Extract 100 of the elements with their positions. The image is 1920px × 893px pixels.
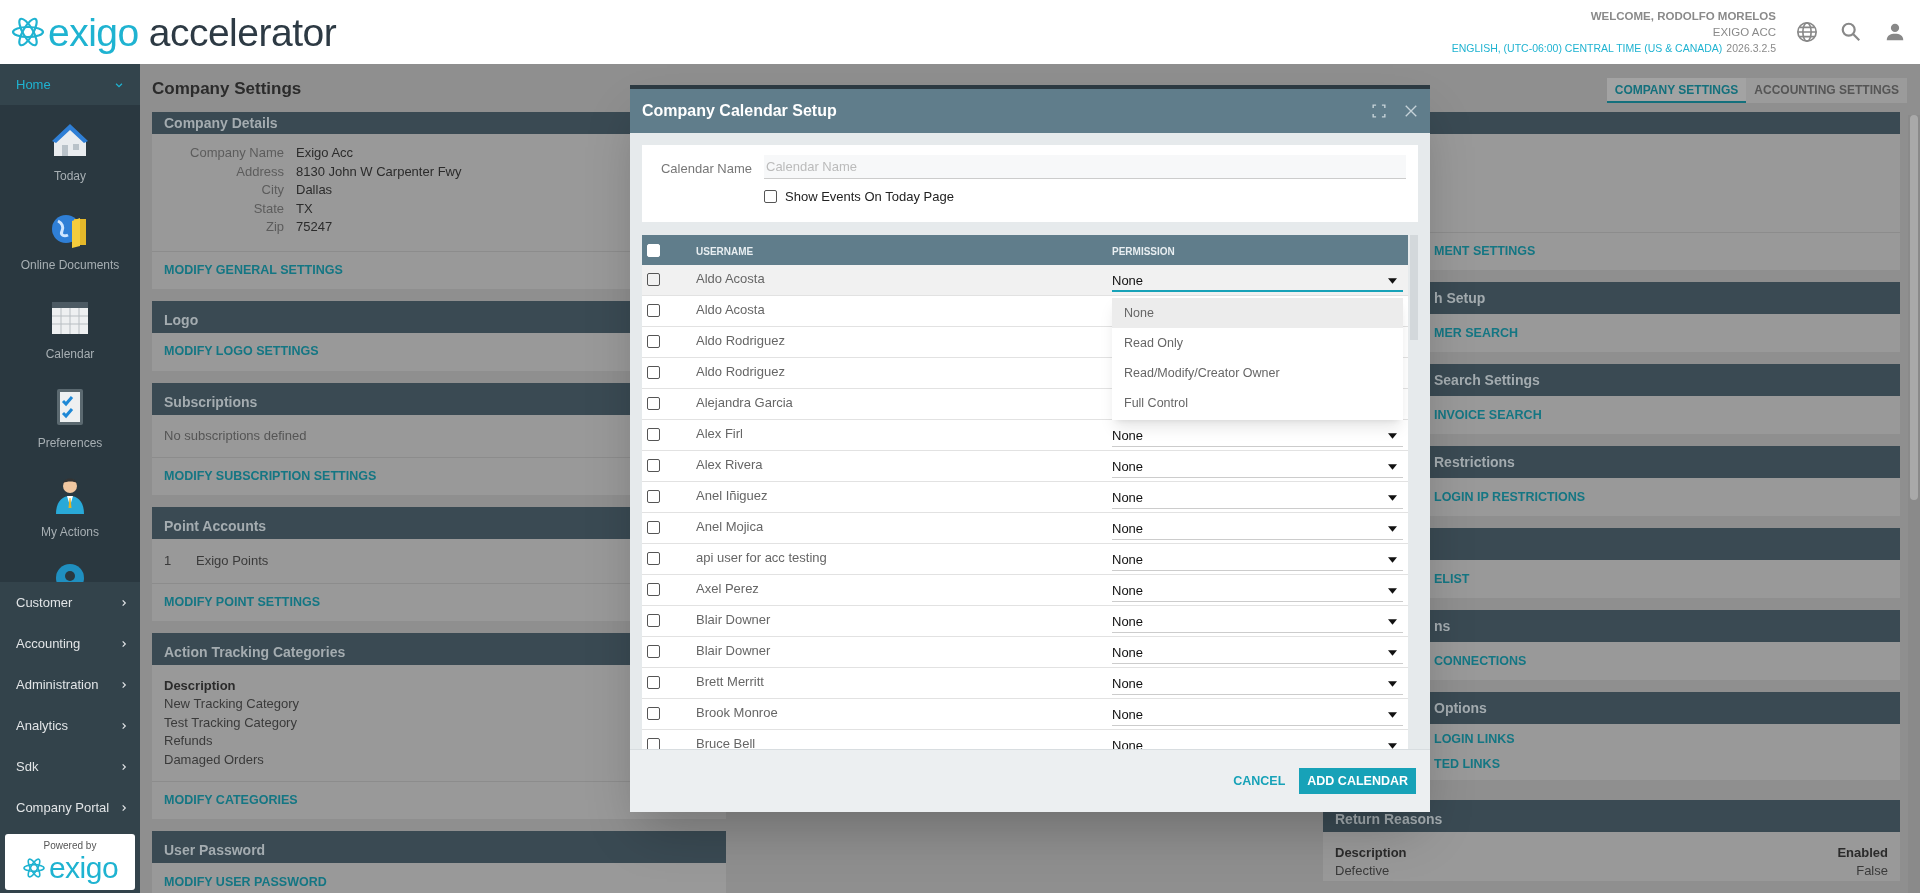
table-cell-text: Defective bbox=[1335, 862, 1390, 880]
checkbox[interactable] bbox=[647, 459, 660, 472]
close-icon[interactable] bbox=[1404, 104, 1418, 118]
checkbox[interactable] bbox=[647, 304, 660, 317]
caret-icon bbox=[1388, 619, 1397, 625]
permission-select[interactable]: None bbox=[1112, 705, 1403, 726]
table-row[interactable]: Aldo Acosta None bbox=[642, 265, 1408, 296]
permission-select[interactable]: None bbox=[1112, 643, 1403, 664]
checkbox[interactable] bbox=[647, 552, 660, 565]
shortcut-label[interactable]: Today bbox=[54, 168, 86, 184]
checkbox[interactable] bbox=[764, 190, 777, 204]
shortcut-label[interactable]: Calendar bbox=[45, 346, 95, 362]
checkbox[interactable] bbox=[647, 645, 660, 658]
menu-item[interactable]: Customer bbox=[0, 582, 140, 623]
username-cell-text: api user for acc testing bbox=[696, 549, 828, 567]
checkbox[interactable] bbox=[647, 335, 660, 348]
username-cell-text: Brook Monroe bbox=[696, 704, 779, 722]
username-cell-text: Blair Downer bbox=[696, 611, 772, 629]
checkbox-label: Show Events On Today Page bbox=[785, 188, 954, 206]
menu-item[interactable]: Analytics bbox=[0, 705, 140, 746]
field-label: State bbox=[252, 199, 285, 218]
checkbox[interactable] bbox=[647, 490, 660, 503]
checkbox[interactable] bbox=[647, 397, 660, 410]
permission-select[interactable]: None bbox=[1112, 519, 1403, 540]
chevron-icon bbox=[120, 639, 128, 648]
menu-item[interactable]: Sdk bbox=[0, 746, 140, 787]
permission-select[interactable]: None bbox=[1112, 674, 1403, 695]
globe-icon[interactable] bbox=[1796, 21, 1818, 43]
calendar-name-field[interactable]: Calendar Name bbox=[764, 155, 1406, 179]
permission-select[interactable]: None bbox=[1112, 271, 1403, 292]
logo-product: accelerator bbox=[148, 12, 337, 52]
permission-select[interactable]: None bbox=[1112, 581, 1403, 602]
user-icon[interactable] bbox=[1884, 21, 1906, 43]
checkbox[interactable] bbox=[647, 614, 660, 627]
column-heading: Enabled bbox=[1837, 843, 1888, 862]
username-cell-text: Aldo Acosta bbox=[696, 270, 766, 288]
caret-icon bbox=[1388, 495, 1397, 501]
caret-icon bbox=[1388, 588, 1397, 594]
field-label: Address bbox=[235, 162, 285, 181]
permission-select[interactable]: None bbox=[1112, 550, 1403, 571]
username-cell-text: Bruce Bell bbox=[696, 735, 757, 749]
permission-select[interactable]: None bbox=[1112, 457, 1403, 478]
shortcut-label[interactable]: My Actions bbox=[41, 524, 99, 540]
home-menu-item[interactable]: Home bbox=[0, 64, 140, 105]
checkbox[interactable] bbox=[647, 583, 660, 596]
column-heading: Description bbox=[164, 676, 236, 695]
logo-icon bbox=[21, 856, 46, 880]
category-item: Test Tracking Category bbox=[164, 713, 297, 732]
permission-select[interactable]: None bbox=[1112, 612, 1403, 633]
logo-brand: exigo bbox=[48, 12, 139, 52]
dropdown-option[interactable]: None bbox=[1112, 298, 1403, 328]
username-cell-text: Anel Iñiguez bbox=[696, 487, 769, 505]
checkbox[interactable] bbox=[647, 521, 660, 534]
chevron-icon bbox=[120, 598, 128, 607]
welcome-text: WELCOME, RODOLFO MORELOS bbox=[1590, 9, 1776, 24]
checkbox[interactable] bbox=[647, 273, 660, 286]
company-name: EXIGO ACC bbox=[1712, 25, 1776, 40]
category-item: Damaged Orders bbox=[164, 750, 264, 769]
field-label: Zip bbox=[264, 218, 285, 236]
caret-icon bbox=[1388, 650, 1397, 656]
menu-item[interactable]: Accounting bbox=[0, 623, 140, 664]
caret-icon bbox=[1388, 526, 1397, 532]
shortcut-label[interactable]: Preferences bbox=[37, 435, 103, 451]
menu-item[interactable]: Company Portal bbox=[0, 787, 140, 828]
permission-select[interactable]: None bbox=[1112, 426, 1403, 447]
caret-icon bbox=[1388, 557, 1397, 563]
field-value: Exigo Acc bbox=[296, 144, 354, 162]
version-text: 2026.3.2.5 bbox=[1726, 41, 1776, 56]
fullscreen-icon[interactable] bbox=[1372, 104, 1386, 118]
username-cell-text: Alex Rivera bbox=[696, 456, 764, 474]
page-title: Company Settings bbox=[152, 78, 302, 100]
dropdown-option[interactable]: Read Only bbox=[1112, 328, 1403, 358]
scrollbar-thumb[interactable] bbox=[1910, 115, 1918, 500]
chevron-icon bbox=[120, 762, 128, 771]
caret-icon bbox=[1388, 277, 1397, 284]
checkbox[interactable] bbox=[647, 428, 660, 441]
checkbox[interactable] bbox=[647, 366, 660, 379]
panel-header: Return Reasons bbox=[1323, 799, 1900, 832]
username-cell-text: Brett Merritt bbox=[696, 673, 765, 691]
caret-icon bbox=[1388, 712, 1397, 718]
category-item: New Tracking Category bbox=[164, 695, 300, 713]
field-value: 75247 bbox=[296, 218, 333, 236]
chevron-icon bbox=[120, 680, 128, 689]
shortcut-label[interactable]: Online Documents bbox=[20, 257, 120, 273]
category-item: Refunds bbox=[164, 732, 213, 750]
column-heading: Description bbox=[1335, 843, 1407, 862]
checkbox[interactable] bbox=[647, 676, 660, 689]
checkbox[interactable] bbox=[647, 707, 660, 720]
search-icon[interactable] bbox=[1840, 21, 1862, 43]
powered-by-badge[interactable]: Powered by exigo bbox=[5, 834, 135, 890]
table-cell-text: False bbox=[1856, 862, 1888, 880]
menu-item[interactable]: Administration bbox=[0, 664, 140, 705]
logo-brand: exigo bbox=[48, 852, 119, 884]
field-value: Dallas bbox=[296, 181, 333, 199]
chevron-icon bbox=[120, 803, 128, 812]
field-label: Calendar Name bbox=[659, 160, 752, 178]
field-label: City bbox=[260, 181, 285, 199]
permission-select[interactable]: None bbox=[1112, 488, 1403, 509]
chevron-icon bbox=[120, 721, 128, 730]
caret-icon bbox=[1388, 464, 1397, 470]
